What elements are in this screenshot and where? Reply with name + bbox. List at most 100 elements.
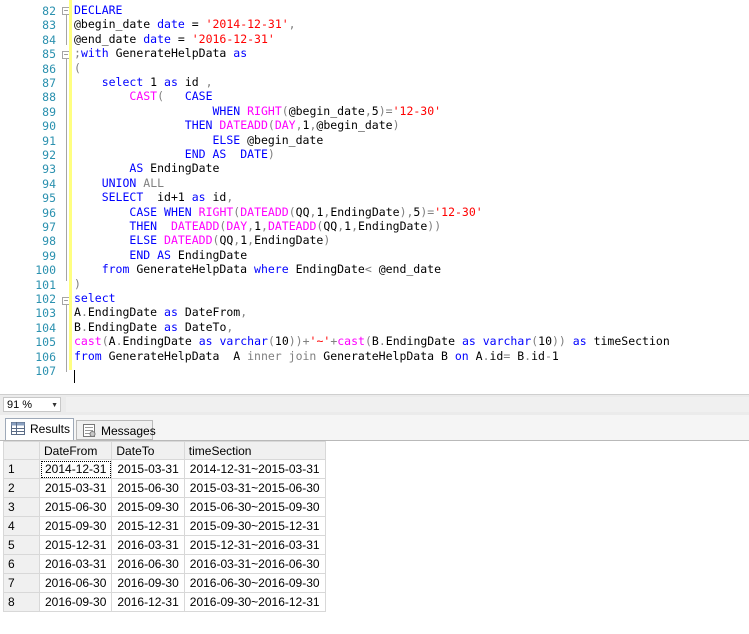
code-token: WHEN	[164, 204, 192, 219]
line-number: 97	[42, 220, 56, 234]
code-line[interactable]: THEN DATEADD(DAY,1,DATEADD(QQ,1,EndingDa…	[74, 219, 441, 233]
code-line[interactable]: END AS EndingDate	[74, 248, 247, 262]
grid-cell[interactable]: 2015-12-31~2016-03-31	[183, 535, 326, 555]
fold-guide	[66, 305, 67, 372]
line-number: 86	[42, 61, 56, 76]
grid-cell[interactable]: 2015-09-30	[111, 497, 185, 517]
column-header-timesection[interactable]: timeSection	[183, 441, 326, 460]
code-line[interactable]: ;with GenerateHelpData as	[74, 46, 247, 60]
row-number[interactable]: 4	[3, 516, 40, 536]
code-line[interactable]: CASE WHEN RIGHT(DATEADD(QQ,1,EndingDate)…	[74, 204, 482, 219]
code-line[interactable]: cast(A.EndingDate as varchar(10))+'~'+ca…	[74, 334, 670, 348]
fold-guide	[66, 59, 67, 281]
grid-cell[interactable]: 2016-06-30	[38, 573, 113, 593]
grid-cell[interactable]: 2015-06-30	[111, 478, 185, 498]
grid-cell[interactable]: 2016-09-30	[38, 592, 113, 612]
horizontal-scrollbar[interactable]	[66, 397, 749, 412]
code-line[interactable]: @end_date date = '2016-12-31'	[74, 32, 275, 46]
results-grid[interactable]: DateFrom DateTo timeSection 1 2014-12-31 2…	[3, 441, 326, 612]
grid-cell[interactable]: 2015-03-31~2015-06-30	[183, 478, 326, 498]
row-number[interactable]: 6	[3, 554, 40, 574]
code-token: 1	[551, 348, 559, 363]
grid-cell[interactable]: 2015-03-31	[111, 459, 185, 479]
zoom-dropdown[interactable]: 91 % ▼	[3, 397, 61, 412]
code-line[interactable]: A.EndingDate as DateFrom,	[74, 305, 247, 319]
code-line[interactable]: SELECT id+1 as id,	[74, 190, 234, 204]
grid-cell[interactable]: 2015-06-30~2015-09-30	[183, 497, 326, 517]
tab-results[interactable]: Results	[5, 418, 74, 440]
code-line[interactable]: DECLARE	[74, 3, 122, 17]
code-line[interactable]: THEN DATEADD(DAY,1,@begin_date)	[74, 118, 400, 132]
code-token: ,	[364, 103, 372, 118]
table-row[interactable]: 2 2015-03-31 2015-06-30 2015-03-31~2015-06-…	[3, 478, 326, 498]
code-token: EndingDate	[358, 219, 428, 233]
grid-cell[interactable]: 2016-09-30~2016-12-31	[183, 592, 326, 612]
grid-cell[interactable]: 2014-12-31~2015-03-31	[183, 459, 326, 479]
tab-messages[interactable]: Messages	[76, 420, 156, 440]
row-header-corner[interactable]	[3, 441, 40, 460]
grid-cell[interactable]: 2015-09-30	[38, 516, 113, 536]
row-number[interactable]: 8	[3, 592, 40, 612]
code-token: )	[323, 233, 331, 248]
row-number[interactable]: 5	[3, 535, 40, 555]
grid-cell[interactable]: 2015-12-31	[111, 516, 185, 536]
row-number[interactable]: 1	[3, 459, 40, 479]
code-line[interactable]: from GenerateHelpData A inner join Gener…	[74, 349, 559, 363]
code-line[interactable]: AS EndingDate	[74, 161, 219, 175]
code-token: DAY	[274, 118, 296, 133]
grid-cell[interactable]: 2016-12-31	[111, 592, 185, 612]
code-line[interactable]: select	[74, 291, 116, 305]
grid-cell[interactable]: 2016-09-30	[111, 573, 185, 593]
table-row[interactable]: 3 2015-06-30 2015-09-30 2015-06-30~2015-09-…	[3, 497, 326, 517]
grid-cell[interactable]: 2016-06-30~2016-09-30	[183, 573, 326, 593]
table-row[interactable]: 7 2016-06-30 2016-09-30 2016-06-30~2016-09-…	[3, 573, 326, 593]
table-row[interactable]: 8 2016-09-30 2016-12-31 2016-09-30~2016-12-…	[3, 592, 326, 612]
grid-cell[interactable]: 2016-03-31~2016-06-30	[183, 554, 326, 574]
code-line[interactable]: (	[74, 61, 81, 75]
code-line[interactable]: UNION ALL	[74, 176, 164, 190]
results-grid-area: DateFrom DateTo timeSection 1 2014-12-31 2…	[0, 441, 749, 634]
grid-cell[interactable]: 2015-03-31	[38, 478, 113, 498]
code-line[interactable]: select 1 as id ,	[74, 75, 213, 89]
grid-cell[interactable]: 2015-12-31	[38, 535, 113, 555]
line-number: 93	[42, 162, 56, 177]
table-row[interactable]: 1 2014-12-31 2015-03-31 2014-12-31~2015-03-…	[3, 459, 326, 479]
code-line[interactable]: WHEN RIGHT(@begin_date,5)='12-30'	[74, 104, 441, 118]
code-line[interactable]: @begin_date date = '2014-12-31',	[74, 17, 296, 31]
grid-cell[interactable]: 2016-06-30	[111, 554, 185, 574]
grid-cell[interactable]: 2015-09-30~2015-12-31	[183, 516, 326, 536]
table-row[interactable]: 5 2015-12-31 2016-03-31 2015-12-31~2016-03-…	[3, 535, 326, 555]
code-line[interactable]: CAST( CASE	[74, 89, 212, 104]
chevron-down-icon[interactable]: ▼	[51, 398, 58, 413]
grid-cell[interactable]: 2016-03-31	[111, 535, 185, 555]
code-line[interactable]: B.EndingDate as DateTo,	[74, 320, 233, 334]
code-token: (	[157, 89, 165, 104]
table-row[interactable]: 6 2016-03-31 2016-06-30 2016-03-31~2016-06-…	[3, 554, 326, 574]
line-number: 105	[35, 335, 56, 350]
row-number[interactable]: 2	[3, 478, 40, 498]
table-row[interactable]: 4 2015-09-30 2015-12-31 2015-09-30~2015-12-…	[3, 516, 326, 536]
grid-cell[interactable]: 2014-12-31	[38, 459, 113, 479]
grid-cell[interactable]: 2016-03-31	[38, 554, 113, 574]
code-line[interactable]: ELSE @begin_date	[74, 133, 323, 147]
column-header-dateto[interactable]: DateTo	[111, 441, 185, 460]
code-line[interactable]: )	[74, 277, 81, 291]
row-number[interactable]: 3	[3, 497, 40, 517]
code-token: EndingDate	[143, 161, 220, 176]
row-number[interactable]: 7	[3, 573, 40, 593]
code-line[interactable]: ELSE DATEADD(QQ,1,EndingDate)	[74, 233, 330, 247]
line-number: 95	[42, 191, 56, 206]
code-line[interactable]: END AS DATE)	[74, 147, 275, 161]
line-number: 92	[42, 148, 56, 162]
code-token: QQ	[323, 219, 338, 233]
column-header-datefrom[interactable]: DateFrom	[38, 441, 113, 460]
sql-editor[interactable]: 82 83 84 85 86 87 88 89 90 91 92 93 94 95 96 97 98 99 100 1…	[0, 0, 749, 394]
code-token: .	[80, 305, 88, 320]
grid-cell[interactable]: 2015-06-30	[38, 497, 113, 517]
code-line[interactable]: from GenerateHelpData where EndingDate< …	[74, 262, 441, 276]
